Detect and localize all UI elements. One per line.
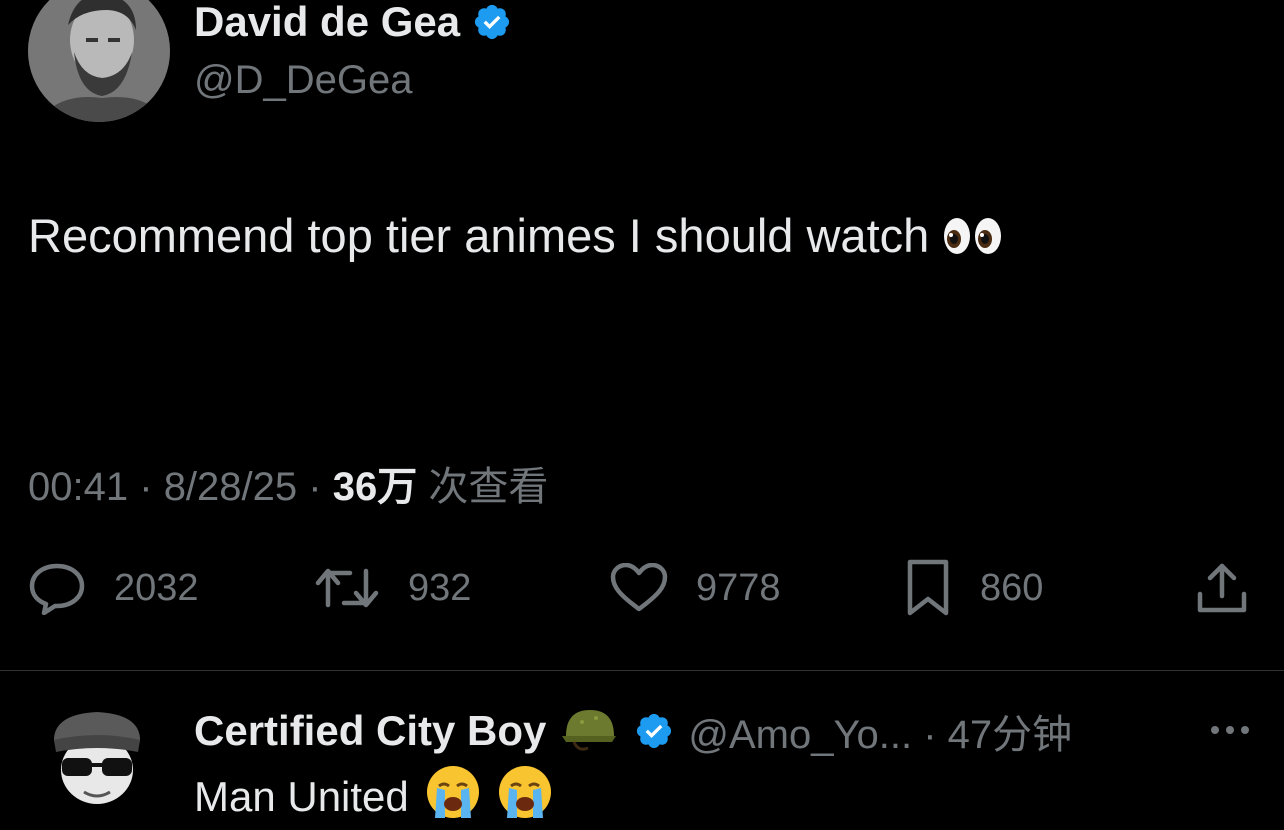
bookmark-count: 860 (980, 566, 1044, 609)
divider (0, 670, 1284, 671)
meta-separator: · (308, 465, 322, 509)
reply-text-content: Man United (194, 773, 409, 820)
verified-badge-icon (637, 713, 672, 749)
reply-header: Certified City Boy @Amo_Yo... · 47分钟 (194, 700, 1072, 762)
author-avatar[interactable] (28, 0, 170, 122)
military-helmet-emoji-icon (562, 704, 617, 759)
tweet-time[interactable]: 00:41 (28, 465, 128, 509)
tweet-text-content: Recommend top tier animes I should watch (28, 209, 930, 262)
views-label: 次查看 (428, 465, 549, 509)
author-name[interactable]: David de Gea (194, 0, 512, 50)
author-handle[interactable]: @D_DeGea (194, 58, 412, 103)
reply-handle-time[interactable]: @Amo_Yo... · 47分钟 (688, 702, 1072, 760)
retweet-icon (315, 568, 379, 608)
reply-author-avatar[interactable] (44, 708, 150, 814)
more-dots-icon[interactable] (1208, 716, 1252, 744)
share-button[interactable] (1194, 558, 1250, 618)
reply-count: 2032 (114, 566, 199, 609)
crying-face-emoji-icon (497, 764, 553, 830)
author-name-text: David de Gea (194, 0, 461, 45)
retweet-count: 932 (408, 566, 472, 609)
reply-text: Man United (194, 764, 553, 830)
bookmark-icon (907, 559, 949, 616)
tweet-text: Recommend top tier animes I should watch (28, 208, 1002, 263)
eyes-emoji-icon (943, 216, 1002, 256)
tweet-date[interactable]: 8/28/25 (164, 465, 297, 509)
meta-separator: · (139, 465, 153, 509)
verified-badge-icon (475, 4, 510, 40)
like-count: 9778 (696, 566, 781, 609)
heart-icon (610, 563, 668, 612)
speech-bubble-icon (29, 563, 85, 615)
bookmark-button[interactable]: 860 (904, 558, 1043, 618)
retweet-button[interactable]: 932 (314, 558, 471, 618)
share-icon (1197, 563, 1247, 613)
reply-button[interactable]: 2032 (28, 558, 199, 618)
like-button[interactable]: 9778 (610, 558, 781, 618)
reply-author-name[interactable]: Certified City Boy (194, 707, 546, 755)
views-count[interactable]: 36万 (333, 465, 418, 509)
crying-face-emoji-icon (425, 764, 481, 830)
tweet-meta: 00:41 · 8/28/25 · 36万 次查看 (28, 454, 548, 512)
